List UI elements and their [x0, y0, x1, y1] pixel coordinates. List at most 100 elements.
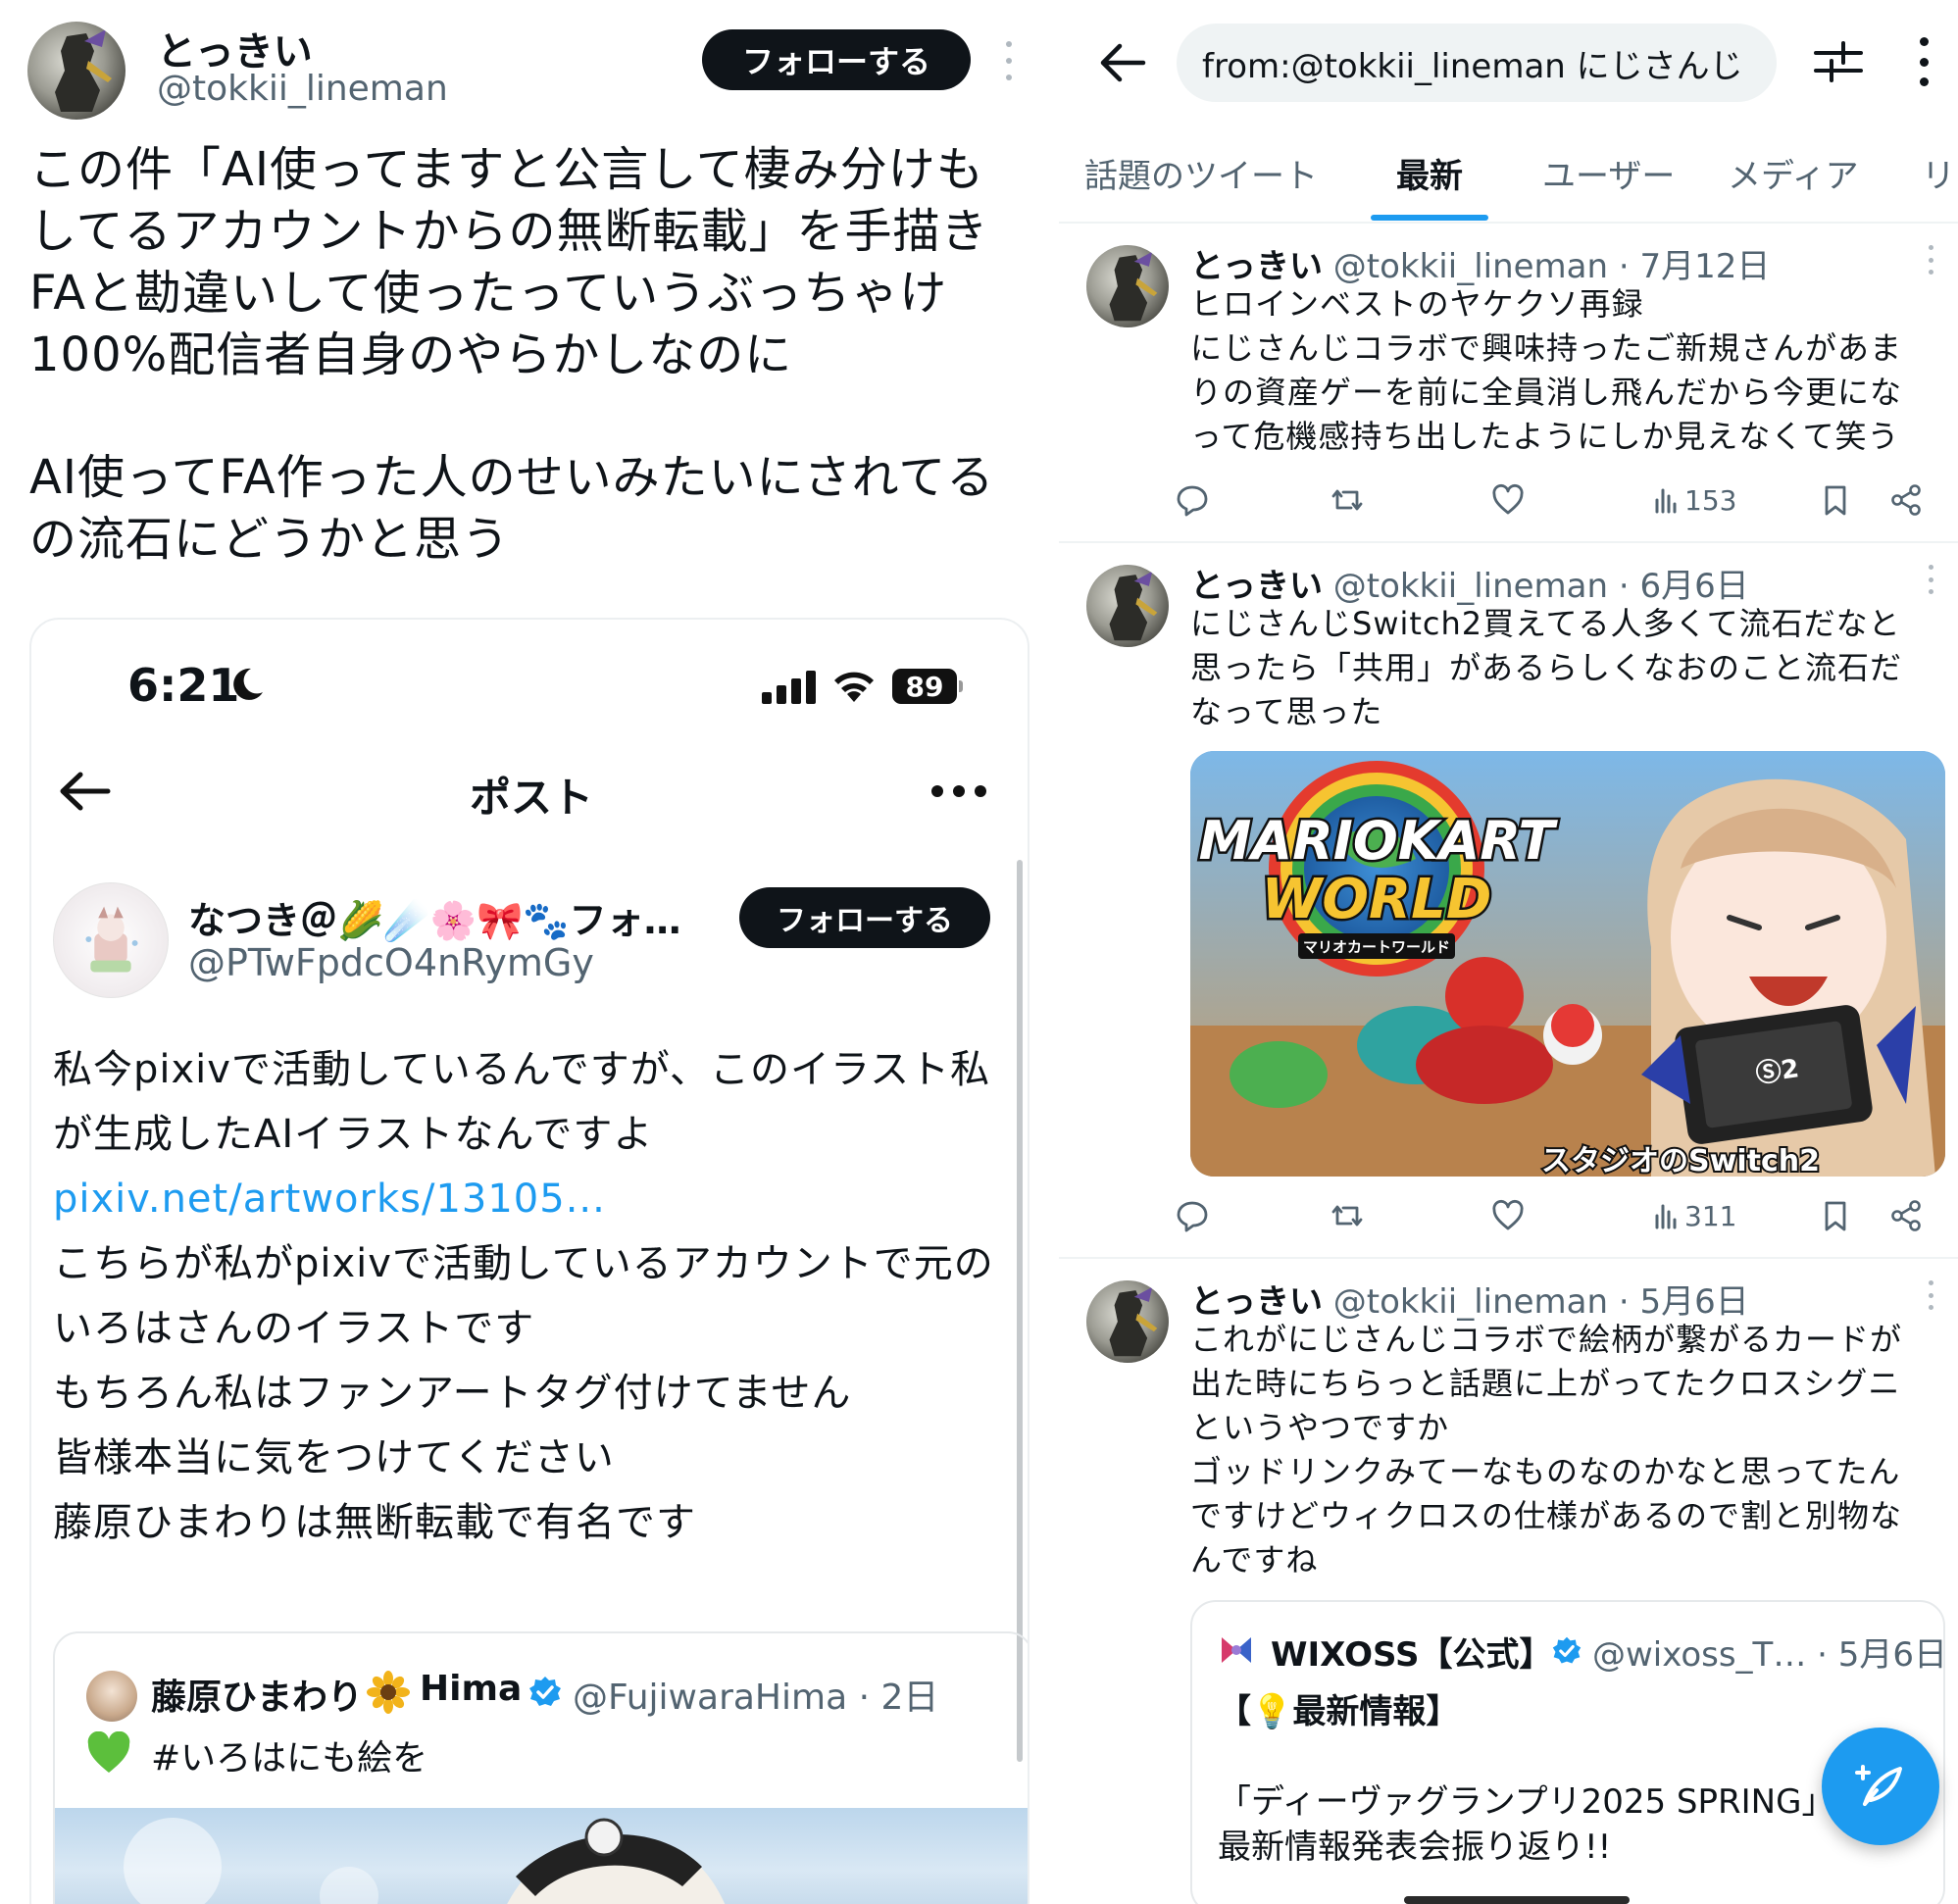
tweet-line: にじさんじSwitch2買えてる人多くて流石だなと	[1190, 605, 1901, 642]
cellular-signal-icon	[762, 671, 816, 704]
post-line: 皆様本当に気をつけてください	[53, 1435, 615, 1480]
more-options-icon[interactable]	[1002, 41, 1016, 80]
tweet-body: ヒロインベストのヤケクソ再録 にじさんじコラボで興味持ったご新規さんがあま りの…	[1190, 282, 1945, 459]
tweet-body: この件「AI使ってますと公言して棲み分けもしてるアカウントからの無断転載」を手描…	[29, 139, 1029, 571]
compose-post-button[interactable]	[1822, 1728, 1939, 1845]
page-title: ポスト	[469, 774, 593, 822]
more-options-icon[interactable]	[931, 784, 986, 798]
tweet-meta[interactable]: @tokkii_lineman · 6月6日	[1333, 567, 1749, 606]
author-handle[interactable]: @tokkii_lineman	[157, 69, 448, 109]
post-line: もちろん私はファンアートタグ付けてません	[53, 1371, 852, 1416]
quote-author-name[interactable]: WIXOSS【公式】	[1271, 1628, 1553, 1676]
follow-button[interactable]: フォローする	[739, 887, 990, 948]
author-name[interactable]: とっきい	[1190, 567, 1323, 606]
quote-text[interactable]: #いろはにも絵を	[151, 1729, 427, 1780]
quote-text-line: 【💡最新情報】	[1218, 1692, 1460, 1731]
author-avatar[interactable]	[53, 882, 169, 998]
verified-badge-icon	[1552, 1636, 1581, 1664]
tweet-body: これがにじさんじコラボで絵柄が繋がるカードが 出た時にちらっと話題に上がってたク…	[1190, 1318, 1945, 1582]
tweet-line: なって思った	[1190, 693, 1383, 730]
tweet-actions: 311	[1177, 1196, 1935, 1235]
tweet-meta[interactable]: @tokkii_lineman · 5月6日	[1333, 1282, 1749, 1322]
wixoss-logo-icon	[1222, 1637, 1251, 1663]
author-name[interactable]: とっきい	[1190, 1282, 1323, 1322]
tab-lists[interactable]: リ	[1922, 149, 1955, 197]
author-avatar[interactable]	[1086, 245, 1169, 327]
tweet-line: ですけどウィクロスの仕様があるので割と別物な	[1190, 1497, 1903, 1534]
author-name[interactable]: なつき＠🌽☄️🌸🎀🐾フォ…	[188, 890, 737, 944]
verified-badge-icon	[529, 1677, 561, 1706]
game-subtitle: マリオカートワールド	[1303, 938, 1450, 956]
tweet-line: これがにじさんじコラボで絵柄が繋がるカードが	[1190, 1321, 1903, 1358]
game-title-line-1: MARIOKART	[1199, 810, 1559, 872]
tweet-header: とっきい @tokkii_lineman · 7月12日	[1190, 239, 1770, 287]
tweet-header: とっきい @tokkii_lineman · 5月6日	[1190, 1275, 1749, 1323]
quote-author-handle[interactable]: @FujiwaraHima · 2日	[573, 1669, 938, 1720]
follow-button[interactable]: フォローする	[702, 29, 971, 90]
status-time: 6:21	[127, 659, 240, 712]
pixiv-link[interactable]: pixiv.net/artworks/13105...	[53, 1167, 1024, 1231]
tweet-paragraph: この件「AI使ってますと公言して棲み分けもしてるアカウントからの無断転載」を手描…	[29, 142, 989, 382]
quote-image[interactable]	[55, 1808, 1028, 1904]
search-result-tweet[interactable]: とっきい @tokkii_lineman · 7月12日 ヒロインベストのヤケク…	[1059, 224, 1958, 543]
like-icon[interactable]	[1490, 1196, 1526, 1235]
quote-author-avatar[interactable]	[86, 1671, 137, 1722]
tab-latest[interactable]: 最新	[1396, 149, 1463, 197]
tweet-line: ヒロインベストのヤケクソ再録	[1190, 285, 1644, 323]
views-count: 311	[1684, 1199, 1737, 1232]
filter-sliders-icon[interactable]	[1814, 39, 1863, 84]
views-stat[interactable]: 311	[1649, 1196, 1736, 1235]
retweet-icon[interactable]	[1330, 1196, 1365, 1235]
quote-author-handle[interactable]: @wixoss_T… · 5月6日	[1592, 1628, 1943, 1676]
like-icon[interactable]	[1490, 480, 1526, 520]
quote-author-suffix[interactable]: Hima	[420, 1669, 522, 1709]
more-options-icon[interactable]	[1927, 1280, 1934, 1310]
tweet-meta[interactable]: @tokkii_lineman · 7月12日	[1333, 247, 1771, 286]
author-avatar[interactable]	[27, 22, 126, 120]
views-icon	[1655, 488, 1677, 514]
tab-people[interactable]: ユーザー	[1542, 149, 1675, 197]
more-options-icon[interactable]	[1927, 245, 1934, 275]
green-heart-icon	[87, 1731, 130, 1773]
compose-feather-icon	[1855, 1765, 1902, 1806]
tab-media[interactable]: メディア	[1728, 149, 1859, 197]
tweet-image[interactable]: MARIOKART WORLD マリオカートワールド Ⓢ2 スタジオのSwitc…	[1190, 751, 1945, 1177]
wifi-icon	[834, 672, 874, 702]
retweet-icon[interactable]	[1330, 480, 1365, 520]
battery-indicator: 89	[892, 669, 963, 704]
bookmark-icon[interactable]	[1818, 480, 1853, 520]
quote-text-line: 「ディーヴァグランプリ2025 SPRING」	[1218, 1782, 1835, 1822]
share-icon[interactable]	[1888, 480, 1924, 520]
quote-text-line: 最新情報発表会振り返り!!	[1218, 1828, 1612, 1867]
reply-icon[interactable]	[1175, 480, 1210, 520]
quoted-post[interactable]: 藤原ひまわり Hima @FujiwaraHima · 2日 #いろはにも絵を	[53, 1631, 1028, 1904]
views-icon	[1655, 1204, 1677, 1229]
tab-top[interactable]: 話題のツイート	[1084, 149, 1318, 197]
tweet-line: んですね	[1190, 1541, 1319, 1578]
tweet-line: って危機感持ち出したようにしか見えなくて笑う	[1190, 418, 1900, 455]
reply-icon[interactable]	[1175, 1196, 1210, 1235]
tweet-line: りの資産ゲーを前に全員消し飛んだから今更にな	[1190, 374, 1903, 411]
active-tab-indicator	[1371, 215, 1488, 221]
tweet-header: とっきい @tokkii_lineman · 6月6日	[1190, 559, 1749, 607]
bookmark-icon[interactable]	[1818, 1196, 1853, 1235]
more-options-icon[interactable]	[1918, 37, 1930, 86]
views-count: 153	[1684, 483, 1737, 517]
tweet-paragraph: AI使ってFA作った人のせいみたいにされてるの流石にどうかと思う	[29, 450, 995, 567]
more-options-icon[interactable]	[1927, 565, 1934, 594]
tweet-line: 出た時にちらっと話題に上がってたクロスシグニ	[1190, 1365, 1901, 1402]
search-results-pane: from:@tokkii_lineman にじさんじ 話題のツイート 最新 ユー…	[1059, 0, 1958, 1904]
back-arrow-icon[interactable]	[1096, 37, 1147, 88]
views-stat[interactable]: 153	[1649, 480, 1736, 520]
embedded-screenshot[interactable]: 6:21 89 ポスト なつき＠🌽☄️🌸🎀🐾フォ… @PTwFpdcO4nRym…	[29, 618, 1029, 1904]
share-icon[interactable]	[1888, 1196, 1924, 1235]
post-line: こちらが私がpixivで活動しているアカウントで元の	[53, 1241, 994, 1286]
console-label: Ⓢ2	[1754, 1053, 1801, 1089]
author-handle[interactable]: @PTwFpdcO4nRymGy	[188, 941, 594, 984]
tweet-line: 思ったら「共用」があるらしくなおのこと流石だ	[1190, 649, 1903, 686]
author-avatar[interactable]	[1086, 565, 1169, 647]
quote-author-name[interactable]: 藤原ひまわり	[151, 1669, 363, 1720]
author-avatar[interactable]	[1086, 1280, 1169, 1363]
search-input[interactable]: from:@tokkii_lineman にじさんじ	[1177, 24, 1777, 102]
author-name[interactable]: とっきい	[1190, 247, 1323, 286]
